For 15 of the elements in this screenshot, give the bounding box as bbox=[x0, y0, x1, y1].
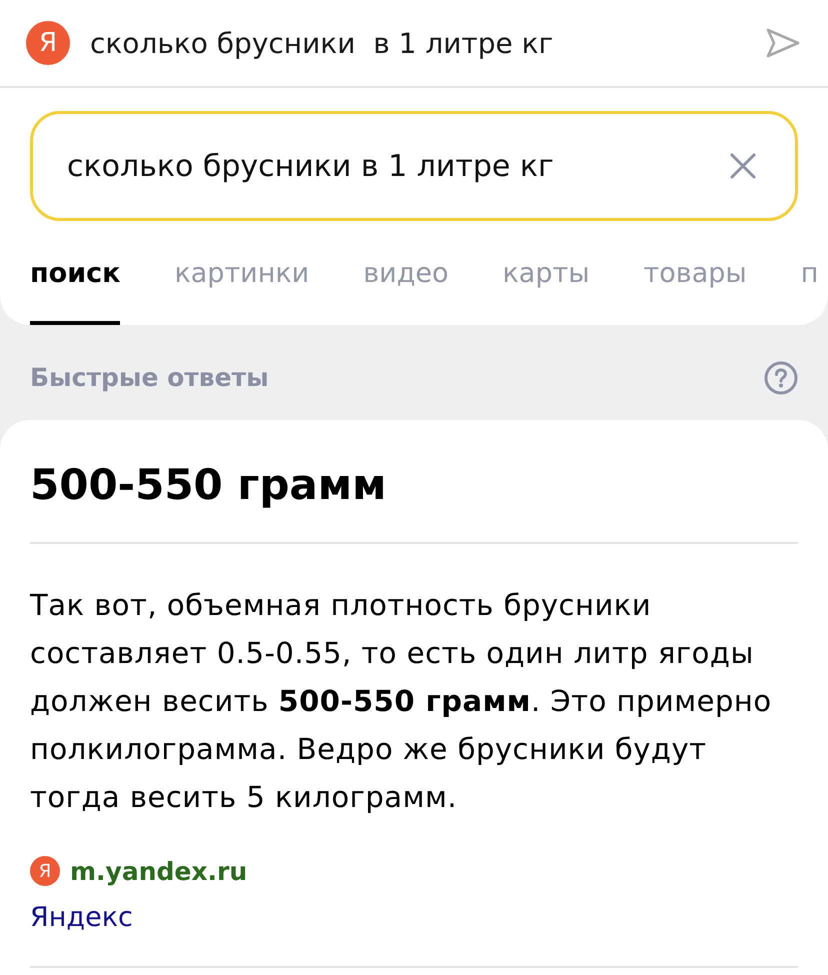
close-icon bbox=[730, 153, 756, 179]
section-title: Быстрые ответы bbox=[30, 362, 269, 394]
answer-heading: 500-550 грамм bbox=[30, 460, 388, 510]
logo-badge: Я bbox=[30, 856, 60, 886]
search-field[interactable]: сколько брусники в 1 литре кг bbox=[30, 111, 798, 221]
clear-button[interactable] bbox=[730, 153, 756, 179]
address-text[interactable]: сколько брусники в 1 литре кг bbox=[90, 26, 766, 60]
answer-text: Так вот, объемная плотность брусники составляет 0.5-0.55, то есть один литр ягоды должен весить 500-550 грамм. Это примерно полкилограмма. Ведро же брусники будут тогда весить 5 килограмм. bbox=[30, 587, 773, 816]
source-link[interactable]: m.yandex.ru bbox=[70, 856, 248, 886]
send-button[interactable] bbox=[766, 28, 800, 58]
send-icon bbox=[766, 28, 800, 58]
source-name-link[interactable]: Яндекс bbox=[30, 900, 133, 936]
tab[interactable]: поиск bbox=[30, 253, 120, 325]
help-icon[interactable] bbox=[764, 361, 798, 395]
logo-badge: Я bbox=[26, 21, 70, 65]
